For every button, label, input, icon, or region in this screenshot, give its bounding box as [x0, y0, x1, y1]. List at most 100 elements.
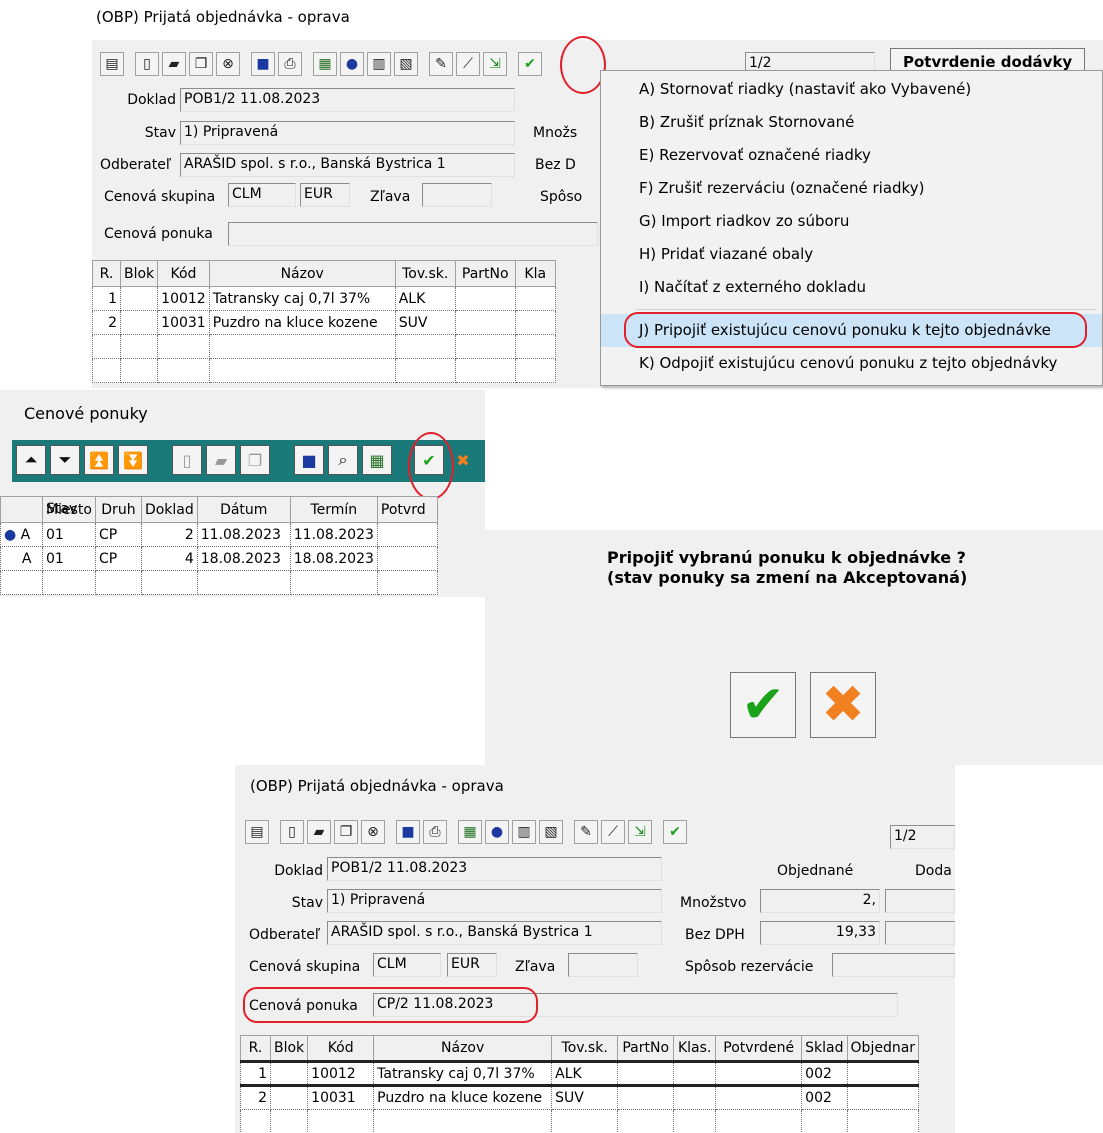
- move-top-icon[interactable]: ⏫: [84, 445, 114, 475]
- menu-item-zrusit-rezervaciu[interactable]: F) Zrušiť rezerváciu (označené riadky): [601, 172, 1102, 205]
- delete-icon[interactable]: ⊗: [216, 52, 240, 76]
- col-header[interactable]: Sklad: [801, 1035, 848, 1062]
- search-icon[interactable]: ⌕: [328, 445, 358, 475]
- table-row[interactable]: ● A 01 CP 2 11.08.2023 11.08.2023: [0, 522, 438, 547]
- form-icon[interactable]: ▥: [367, 52, 391, 76]
- col-header[interactable]: Potvrd: [376, 496, 438, 523]
- grid-icon[interactable]: ▦: [362, 445, 392, 475]
- new-doc-icon[interactable]: ▯: [172, 445, 202, 475]
- table-row[interactable]: [240, 1109, 920, 1133]
- new-doc-icon[interactable]: ▯: [135, 52, 159, 76]
- copy-icon[interactable]: ❐: [189, 52, 213, 76]
- menu-item-stornovat[interactable]: A) Stornovať riadky (nastaviť ako Vybave…: [601, 73, 1102, 106]
- dot-icon[interactable]: ●: [340, 52, 364, 76]
- col-header-stav[interactable]: Stav: [46, 501, 77, 517]
- col-header[interactable]: Druh: [94, 496, 142, 523]
- menu-item-nacitat[interactable]: I) Načítať z externého dokladu: [601, 271, 1102, 304]
- col-header[interactable]: PartNo: [454, 260, 516, 287]
- col-header[interactable]: Blok: [119, 260, 159, 287]
- cenova-skupina-field[interactable]: CLM: [373, 953, 441, 977]
- col-header[interactable]: R.: [92, 260, 121, 287]
- export-icon[interactable]: ⇲: [483, 52, 507, 76]
- form-icon[interactable]: ▥: [512, 820, 536, 844]
- menu-item-rezervovat[interactable]: E) Rezervovať označené riadky: [601, 139, 1102, 172]
- menu-item-zrusit-priznak[interactable]: B) Zrušiť príznak Stornované: [601, 106, 1102, 139]
- form2-icon[interactable]: ▧: [394, 52, 418, 76]
- col-header[interactable]: Kód: [307, 1035, 375, 1062]
- delete-icon[interactable]: ⊗: [361, 820, 385, 844]
- monitor-icon[interactable]: ■: [251, 52, 275, 76]
- clipboard-icon[interactable]: ▤: [100, 52, 124, 76]
- col-header[interactable]: Doklad: [140, 496, 198, 523]
- magic-wand-icon[interactable]: ⟋: [456, 52, 480, 76]
- monitor-icon[interactable]: ■: [396, 820, 420, 844]
- currency-field[interactable]: EUR: [300, 183, 350, 207]
- col-header[interactable]: Kla: [514, 260, 556, 287]
- bez-dph-dodane-field[interactable]: [885, 921, 955, 945]
- new-doc-icon[interactable]: ▯: [280, 820, 304, 844]
- move-up-icon[interactable]: ⏶: [16, 445, 46, 475]
- menu-item-pridat-obaly[interactable]: H) Pridať viazané obaly: [601, 238, 1102, 271]
- menu-item-import[interactable]: G) Import riadkov zo súboru: [601, 205, 1102, 238]
- checkmark-icon[interactable]: ✔: [663, 820, 687, 844]
- col-header[interactable]: R.: [240, 1035, 271, 1062]
- col-header[interactable]: PartNo: [617, 1035, 675, 1062]
- clipboard-icon[interactable]: ▤: [245, 820, 269, 844]
- table-row[interactable]: A 01 CP 4 18.08.2023 18.08.2023: [0, 546, 438, 571]
- col-header[interactable]: Názov: [373, 1035, 553, 1062]
- zlava-field[interactable]: [422, 183, 492, 207]
- grid-icon[interactable]: ▦: [458, 820, 482, 844]
- open-folder-icon[interactable]: ▰: [206, 445, 236, 475]
- doklad-field[interactable]: POB1/2 11.08.2023: [327, 857, 662, 881]
- table-row[interactable]: 1 10012 Tatransky caj 0,7l 37% ALK: [92, 286, 556, 311]
- checkmark-icon[interactable]: ✔: [518, 52, 542, 76]
- currency-field[interactable]: EUR: [447, 953, 497, 977]
- zlava-field[interactable]: [568, 953, 638, 977]
- col-header[interactable]: Kód: [157, 260, 210, 287]
- col-header[interactable]: Názov: [208, 260, 396, 287]
- monitor-icon[interactable]: ■: [294, 445, 324, 475]
- stav-field[interactable]: 1) Pripravená: [180, 121, 515, 145]
- export-icon[interactable]: ⇲: [628, 820, 652, 844]
- dot-icon[interactable]: ●: [485, 820, 509, 844]
- col-header[interactable]: Dátum: [196, 496, 291, 523]
- mnozstvo-dodane-field[interactable]: [885, 889, 955, 913]
- odberatel-field[interactable]: ARAŠID spol. s r.o., Banská Bystrica 1: [180, 153, 515, 177]
- copy-icon[interactable]: ❐: [240, 445, 270, 475]
- grid-icon[interactable]: ▦: [313, 52, 337, 76]
- menu-item-odpojit-ponuku[interactable]: K) Odpojiť existujúcu cenovú ponuku z te…: [601, 347, 1102, 380]
- col-header[interactable]: Blok: [269, 1035, 309, 1062]
- print-icon[interactable]: ⎙: [423, 820, 447, 844]
- page-field[interactable]: 1/2: [890, 825, 955, 849]
- col-header[interactable]: Termín: [289, 496, 378, 523]
- cenova-ponuka-field[interactable]: [228, 222, 598, 246]
- copy-icon[interactable]: ❐: [334, 820, 358, 844]
- col-header[interactable]: Objednar: [846, 1035, 920, 1062]
- table-row[interactable]: 1 10012 Tatransky caj 0,7l 37% ALK 002: [240, 1061, 920, 1086]
- col-header[interactable]: Tov.sk.: [551, 1035, 619, 1062]
- table-row[interactable]: [92, 334, 556, 359]
- table-row[interactable]: 2 10031 Puzdro na kluce kozene SUV 002: [240, 1085, 920, 1110]
- confirm-button[interactable]: ✔: [730, 672, 796, 738]
- form2-icon[interactable]: ▧: [539, 820, 563, 844]
- mnozstvo-field[interactable]: 2,: [760, 889, 880, 913]
- col-header[interactable]: Klas.: [673, 1035, 717, 1062]
- edit-doc-icon[interactable]: ✎: [574, 820, 598, 844]
- col-header[interactable]: Potvrdené: [715, 1035, 803, 1062]
- magic-wand-icon[interactable]: ⟋: [601, 820, 625, 844]
- move-down-icon[interactable]: ⏷: [50, 445, 80, 475]
- doklad-field[interactable]: POB1/2 11.08.2023: [180, 88, 515, 112]
- odberatel-field[interactable]: ARAŠID spol. s r.o., Banská Bystrica 1: [327, 921, 662, 945]
- col-header[interactable]: Tov.sk.: [394, 260, 456, 287]
- print-icon[interactable]: ⎙: [278, 52, 302, 76]
- table-row[interactable]: [92, 358, 556, 383]
- move-bottom-icon[interactable]: ⏬: [118, 445, 148, 475]
- stav-field[interactable]: 1) Pripravená: [327, 889, 662, 913]
- table-row[interactable]: 2 10031 Puzdro na kluce kozene SUV: [92, 310, 556, 335]
- open-folder-icon[interactable]: ▰: [162, 52, 186, 76]
- table-row[interactable]: [0, 570, 438, 595]
- cancel-button[interactable]: ✖: [810, 672, 876, 738]
- bez-dph-field[interactable]: 19,33: [760, 921, 880, 945]
- open-folder-icon[interactable]: ▰: [307, 820, 331, 844]
- cenova-skupina-field[interactable]: CLM: [228, 183, 296, 207]
